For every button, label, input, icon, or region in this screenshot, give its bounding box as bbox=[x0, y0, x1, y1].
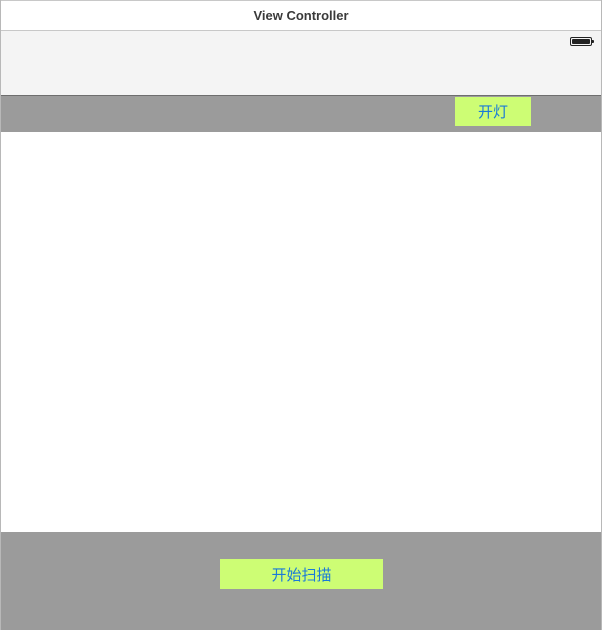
turn-on-light-button[interactable]: 开灯 bbox=[455, 97, 531, 126]
window-title: View Controller bbox=[253, 8, 349, 23]
title-bar: View Controller bbox=[1, 0, 601, 31]
scan-content-area bbox=[1, 132, 601, 532]
status-bar bbox=[1, 31, 601, 96]
battery-full-icon bbox=[570, 37, 594, 46]
top-toolbar: 开灯 bbox=[1, 96, 601, 132]
view-controller-frame: View Controller 开灯 开始扫描 bbox=[0, 0, 602, 630]
battery-tip bbox=[592, 40, 594, 43]
battery-fill bbox=[572, 39, 590, 44]
bottom-toolbar: 开始扫描 bbox=[1, 532, 601, 630]
start-scan-button[interactable]: 开始扫描 bbox=[220, 559, 383, 589]
